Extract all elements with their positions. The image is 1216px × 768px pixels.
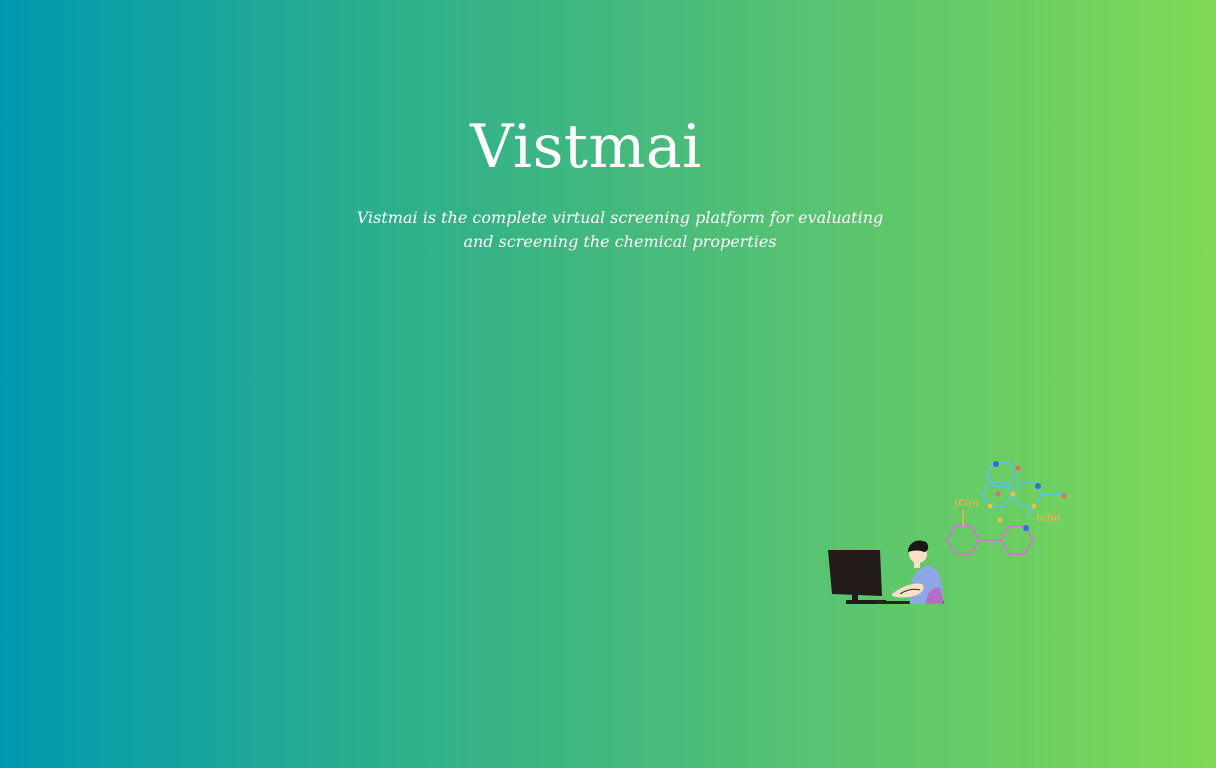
scientist-illustration-icon: (Cl)n (Cl)n [828,461,1067,604]
hero-tagline: Vistmai is the complete virtual screenin… [356,208,884,251]
page-title: Vistmai [470,112,702,182]
molecule-label: (Cl)n [954,499,978,509]
person-icon [892,540,944,604]
monitor-icon [828,550,886,604]
molecule-label: (Cl)n [1036,514,1060,524]
hero-section: Vistmai Vistmai is the complete virtual … [0,0,1216,768]
